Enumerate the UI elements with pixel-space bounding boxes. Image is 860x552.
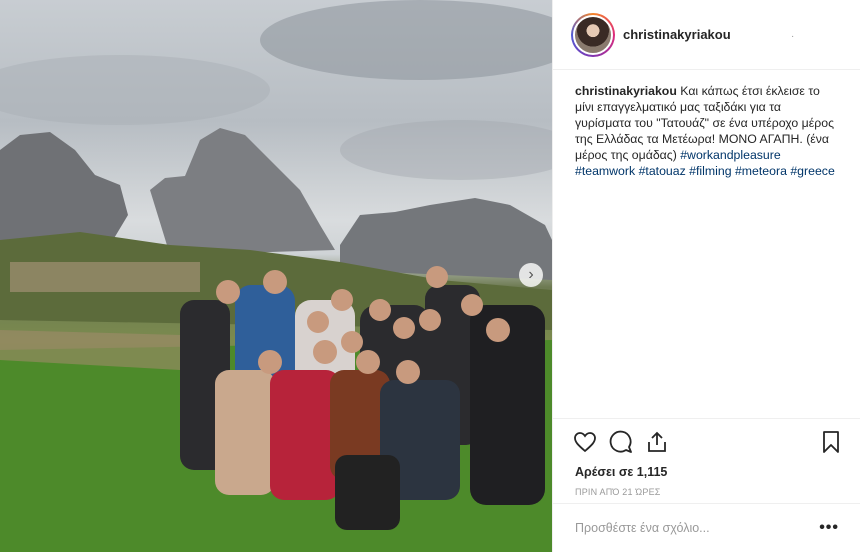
hashtag-link[interactable]: #workandpleasure — [680, 148, 781, 162]
post-header: christinakyriakou . — [553, 0, 860, 70]
hashtag-link[interactable]: #meteora — [735, 164, 787, 178]
hashtag-link[interactable]: #filming — [689, 164, 731, 178]
heart-icon[interactable] — [573, 430, 597, 454]
post-timestamp[interactable]: ΠΡΙΝ ΑΠΌ 21 ΏΡΕΣ — [553, 487, 860, 497]
avatar[interactable] — [571, 12, 615, 57]
more-options-icon[interactable]: ••• — [819, 519, 839, 537]
comment-input[interactable] — [575, 521, 805, 535]
comment-icon[interactable] — [609, 430, 633, 454]
share-icon[interactable] — [645, 430, 669, 454]
header-dot: . — [791, 29, 794, 40]
hashtag-link[interactable]: #greece — [790, 164, 834, 178]
chevron-right-icon: › — [528, 266, 534, 283]
post-photo[interactable]: › — [0, 0, 552, 552]
comment-form: ••• — [553, 503, 860, 552]
likes-count[interactable]: Αρέσει σε 1,115 — [553, 465, 860, 479]
action-bar — [553, 419, 860, 465]
post-caption: christinakyriakou Και κάπως έτσι έκλεισε… — [553, 70, 860, 179]
photo-scene — [0, 0, 552, 552]
hashtag-link[interactable]: #tatouaz — [639, 164, 686, 178]
post-actions-section: Αρέσει σε 1,115 ΠΡΙΝ ΑΠΌ 21 ΏΡΕΣ — [553, 418, 860, 497]
header-username[interactable]: christinakyriakou — [623, 27, 731, 42]
bookmark-icon[interactable] — [819, 430, 843, 454]
post-sidebar: christinakyriakou . christinakyriakou Κα… — [552, 0, 860, 552]
next-photo-button[interactable]: › — [519, 263, 543, 287]
hashtag-link[interactable]: #teamwork — [575, 164, 635, 178]
caption-username[interactable]: christinakyriakou — [575, 84, 677, 98]
